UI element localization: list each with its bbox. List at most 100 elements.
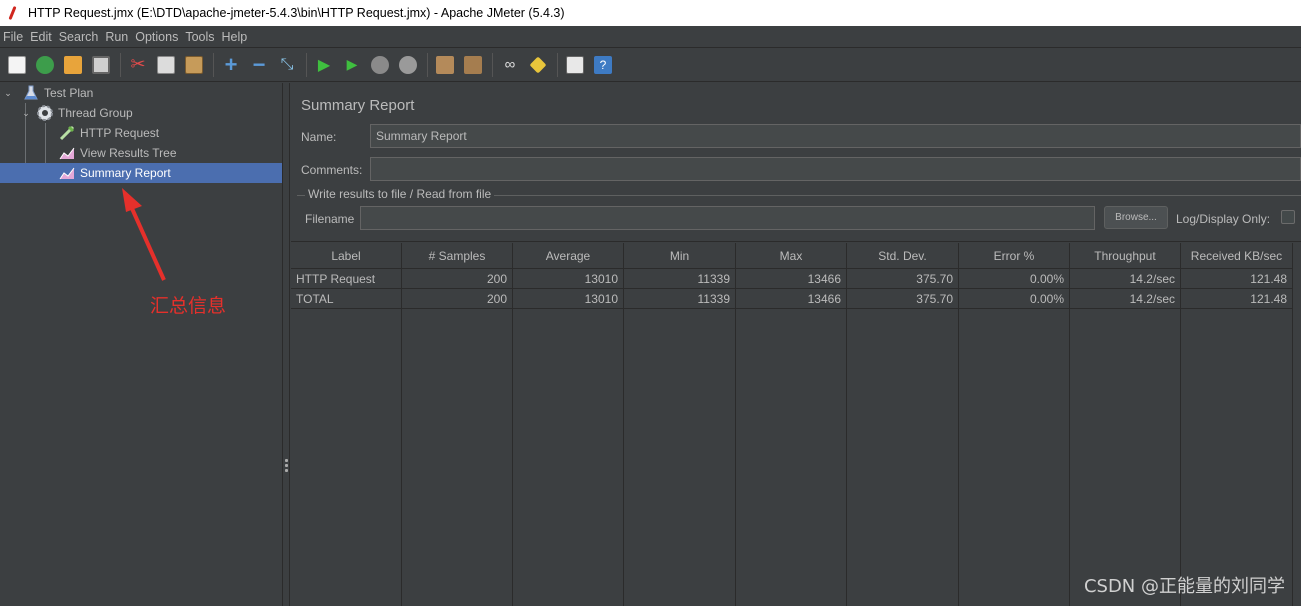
table-cell: 11339 [624,269,736,289]
collapse-icon[interactable]: − [246,52,272,78]
toolbar-separator [557,52,558,77]
file-group-legend: Write results to file / Read from file [305,187,495,201]
toolbar: ✂ + − ⤡ ▶ ▶ ∞ ? [0,48,1301,82]
filename-field[interactable] [360,206,1095,230]
table-cell: 13010 [513,289,624,309]
column-header-samples[interactable]: # Samples [402,243,513,269]
filename-label: Filename [305,212,355,226]
column-divider [846,309,847,606]
title-bar: HTTP Request.jmx (E:\DTD\apache-jmeter-5… [0,0,1301,26]
column-header-received-kb-sec[interactable]: Received KB/sec [1181,243,1293,269]
column-divider [623,309,624,606]
shutdown-icon[interactable] [395,52,421,78]
search-icon[interactable]: ∞ [497,52,523,78]
save-icon[interactable] [88,52,114,78]
cut-icon[interactable]: ✂ [125,52,151,78]
table-cell: 14.2/sec [1070,289,1181,309]
table-cell: 0.00% [959,289,1070,309]
name-label: Name: [301,130,337,144]
splitter-grip[interactable] [285,459,288,474]
column-divider [1292,309,1293,606]
summary-report-panel: Summary Report Name: Summary Report Comm… [291,83,1301,606]
browse-button[interactable]: Browse... [1104,206,1168,229]
table-cell: 121.48 [1181,269,1293,289]
annotation-arrow-icon [122,188,166,281]
column-header-min[interactable]: Min [624,243,736,269]
tree-item-summary-report[interactable]: Summary Report [0,163,282,183]
test-plan-tree: ⌄ Test Plan ⌄ Thread Group HTTP Request … [0,83,282,606]
copy-icon[interactable] [153,52,179,78]
gear-icon [36,104,54,122]
stop-icon[interactable] [367,52,393,78]
table-row[interactable]: HTTP Request 200 13010 11339 13466 375.7… [291,269,1293,289]
flask-icon [22,84,40,102]
table-cell: 375.70 [847,269,959,289]
graph-icon [58,144,76,162]
graph-icon [58,164,76,182]
toolbar-separator [213,52,214,77]
table-cell: 11339 [624,289,736,309]
new-icon[interactable] [4,52,30,78]
menu-run[interactable]: Run [102,30,132,44]
column-divider [1180,309,1181,606]
tree-item-label: Summary Report [80,166,171,180]
chevron-down-icon[interactable]: ⌄ [2,87,14,99]
pipette-icon [58,124,76,142]
function-helper-icon[interactable] [562,52,588,78]
column-header-label[interactable]: Label [291,243,402,269]
expand-icon[interactable]: + [218,52,244,78]
column-header-max[interactable]: Max [736,243,847,269]
comments-field[interactable] [370,157,1301,181]
tree-item-thread-group[interactable]: ⌄ Thread Group [0,103,282,123]
column-divider [735,309,736,606]
menu-bar: File Edit Search Run Options Tools Help [0,26,1301,48]
table-cell: 200 [402,289,513,309]
menu-edit[interactable]: Edit [27,30,56,44]
table-row[interactable]: TOTAL 200 13010 11339 13466 375.70 0.00%… [291,289,1293,309]
column-header-error-percent[interactable]: Error % [959,243,1070,269]
clear-icon[interactable] [432,52,458,78]
name-field[interactable]: Summary Report [370,124,1301,148]
templates-icon[interactable] [32,52,58,78]
paste-icon[interactable] [181,52,207,78]
tree-item-test-plan[interactable]: ⌄ Test Plan [0,83,282,103]
tree-item-label: Thread Group [58,106,133,120]
table-cell: 0.00% [959,269,1070,289]
menu-help[interactable]: Help [219,30,252,44]
chevron-down-icon[interactable]: ⌄ [20,107,32,119]
menu-search[interactable]: Search [56,30,103,44]
panel-title: Summary Report [301,97,415,114]
tree-item-http-request[interactable]: HTTP Request [0,123,282,143]
column-divider [1069,309,1070,606]
reset-search-icon[interactable] [525,52,551,78]
start-no-timers-icon[interactable]: ▶ [339,52,365,78]
column-header-std-dev[interactable]: Std. Dev. [847,243,959,269]
table-cell: 13010 [513,269,624,289]
menu-tools[interactable]: Tools [182,30,218,44]
clear-all-icon[interactable] [460,52,486,78]
panel-splitter[interactable] [282,83,290,606]
table-cell: 13466 [736,269,847,289]
column-header-average[interactable]: Average [513,243,624,269]
toolbar-separator [120,52,121,77]
tree-item-view-results-tree[interactable]: View Results Tree [0,143,282,163]
menu-file[interactable]: File [0,30,27,44]
comments-label: Comments: [301,163,363,177]
tree-item-label: View Results Tree [80,146,177,160]
open-icon[interactable] [60,52,86,78]
log-display-only-checkbox[interactable] [1281,210,1295,224]
toolbar-separator [306,52,307,77]
table-header: Label # Samples Average Min Max Std. Dev… [291,243,1293,269]
column-divider [958,309,959,606]
tree-item-label: Test Plan [44,86,94,100]
start-icon[interactable]: ▶ [311,52,337,78]
watermark: CSDN @正能量的刘同学 [1083,576,1285,597]
annotation-label: 汇总信息 [150,295,227,317]
help-icon[interactable]: ? [590,52,616,78]
table-cell: 121.48 [1181,289,1293,309]
table-cell: HTTP Request [291,269,402,289]
column-header-throughput[interactable]: Throughput [1070,243,1181,269]
menu-options[interactable]: Options [132,30,182,44]
toolbar-separator [427,52,428,77]
toggle-icon[interactable]: ⤡ [274,52,300,78]
